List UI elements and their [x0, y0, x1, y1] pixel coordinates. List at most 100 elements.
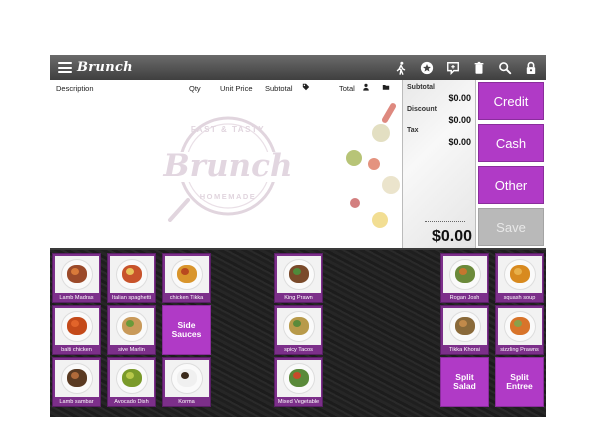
product-tile-king-prawn[interactable]: King Prawn [274, 253, 323, 303]
product-tile-korma[interactable]: Korma [162, 357, 211, 407]
product-tile-spicy-tacos[interactable]: spicy Tacos [274, 305, 323, 355]
garnish-image [293, 372, 301, 379]
product-tile-mixed-vegetable[interactable]: Mixed Vegetable [274, 357, 323, 407]
watermark-top-text: FAST & TASTY [190, 125, 266, 134]
top-bar: Brunch [50, 55, 546, 80]
garnish-image [181, 372, 189, 379]
product-photo [165, 256, 209, 293]
total-divider [425, 221, 465, 222]
tag-icon [302, 83, 310, 91]
garnish-image [71, 320, 79, 327]
discount-value: $0.00 [448, 115, 471, 125]
order-panel: Description Qty Unit Price Subtotal Tota… [50, 80, 402, 248]
trash-icon[interactable] [469, 58, 489, 77]
product-tile-chicken-tikka[interactable]: chicken Tikka [162, 253, 211, 303]
header-unit-price: Unit Price [220, 84, 253, 93]
credit-button[interactable]: Credit [478, 82, 544, 120]
garnish-image [459, 320, 467, 327]
header-total: Total [339, 84, 355, 93]
product-label: balti chicken [61, 347, 92, 353]
product-label: Lamb Madras [59, 295, 94, 301]
product-photo [55, 308, 99, 345]
product-label: Rogan Josh [449, 295, 480, 301]
garnish-image [293, 268, 301, 275]
lock-icon[interactable] [521, 58, 541, 77]
person-icon [363, 83, 369, 91]
order-header: Description Qty Unit Price Subtotal Tota… [50, 80, 402, 96]
product-label: chicken Tikka [169, 295, 204, 301]
other-button[interactable]: Other [478, 166, 544, 204]
star-badge-icon[interactable] [417, 58, 437, 77]
product-tile-sive-marlin[interactable]: sive Marlin [107, 305, 156, 355]
tax-value: $0.00 [448, 137, 471, 147]
garnish-image [126, 372, 134, 379]
product-label: Avocado Dish [114, 399, 149, 405]
header-qty: Qty [189, 84, 201, 93]
product-tile-italian-spaghetti[interactable]: Italian spaghetti [107, 253, 156, 303]
product-photo [498, 256, 542, 293]
product-tile-tikka-khorai[interactable]: Tikka Khorai [440, 305, 489, 355]
product-label: Split Salad [453, 372, 476, 391]
message-icon[interactable] [443, 58, 463, 77]
cash-button[interactable]: Cash [478, 124, 544, 162]
walking-person-icon[interactable] [391, 58, 411, 77]
product-label: sive Marlin [118, 347, 145, 353]
tax-label: Tax [407, 127, 419, 134]
discount-label: Discount [407, 106, 437, 113]
product-label: squash soup [503, 295, 536, 301]
brunch-watermark: FAST & TASTY Brunch HOMEMADE [158, 108, 298, 228]
search-icon[interactable] [495, 58, 515, 77]
product-tile-split-salad[interactable]: Split Salad [440, 357, 489, 407]
product-photo [55, 256, 99, 293]
garnish-image [126, 320, 134, 327]
product-tile-avocado-dish[interactable]: Avocado Dish [107, 357, 156, 407]
garnish-image [514, 320, 522, 327]
product-photo [277, 308, 321, 345]
product-label: Tikka Khorai [449, 347, 480, 353]
product-label: sizzling Prawns [500, 347, 539, 353]
product-tile-squash-soup[interactable]: squash soup [495, 253, 544, 303]
product-grid: Lamb Madras Italian spaghetti chicken Tikk… [50, 248, 546, 417]
product-tile-rogan-josh[interactable]: Rogan Josh [440, 253, 489, 303]
watermark-bottom-text: HOMEMADE [199, 192, 257, 201]
garnish-image [71, 372, 79, 379]
product-photo [110, 308, 154, 345]
product-label: King Prawn [284, 295, 313, 301]
garnish-image [126, 268, 134, 275]
subtotal-value: $0.00 [448, 93, 471, 103]
product-tile-sizzling-prawns[interactable]: sizzling Prawns [495, 305, 544, 355]
product-label: spicy Tacos [284, 347, 313, 353]
product-photo [165, 360, 209, 397]
product-photo [498, 308, 542, 345]
app-logo: Brunch [77, 60, 133, 75]
product-photo [277, 256, 321, 293]
product-photo [443, 256, 487, 293]
product-label: Mixed Vegetable [277, 399, 320, 405]
product-photo [110, 360, 154, 397]
save-button[interactable]: Save [478, 208, 544, 246]
product-tile-lamb-sambar[interactable]: Lamb sambar [52, 357, 101, 407]
product-tile-split-entree[interactable]: Split Entree [495, 357, 544, 407]
product-tile-balti-chicken[interactable]: balti chicken [52, 305, 101, 355]
pos-app: Brunch Description Qty Unit Price Subtot… [50, 55, 546, 417]
menu-icon[interactable] [58, 62, 72, 73]
product-tile-side-sauces[interactable]: Side Sauces [162, 305, 211, 355]
totals-panel: Subtotal $0.00 Discount $0.00 Tax $0.00 … [402, 80, 476, 248]
product-label: Italian spaghetti [111, 295, 152, 301]
toolbar-icons [391, 58, 541, 77]
header-subtotal: Subtotal [265, 84, 293, 93]
folder-icon [382, 85, 390, 90]
product-label: Split Entree [506, 372, 533, 391]
product-tile-lamb-madras[interactable]: Lamb Madras [52, 253, 101, 303]
grand-total: $0.00 [431, 228, 472, 245]
product-label: Korma [178, 399, 195, 405]
garnish-image [293, 320, 301, 327]
product-photo [277, 360, 321, 397]
subtotal-label: Subtotal [407, 84, 435, 91]
garnish-image [181, 268, 189, 275]
product-photo [110, 256, 154, 293]
product-photo [443, 308, 487, 345]
product-photo [55, 360, 99, 397]
garnish-image [71, 268, 79, 275]
garnish-image [459, 268, 467, 275]
